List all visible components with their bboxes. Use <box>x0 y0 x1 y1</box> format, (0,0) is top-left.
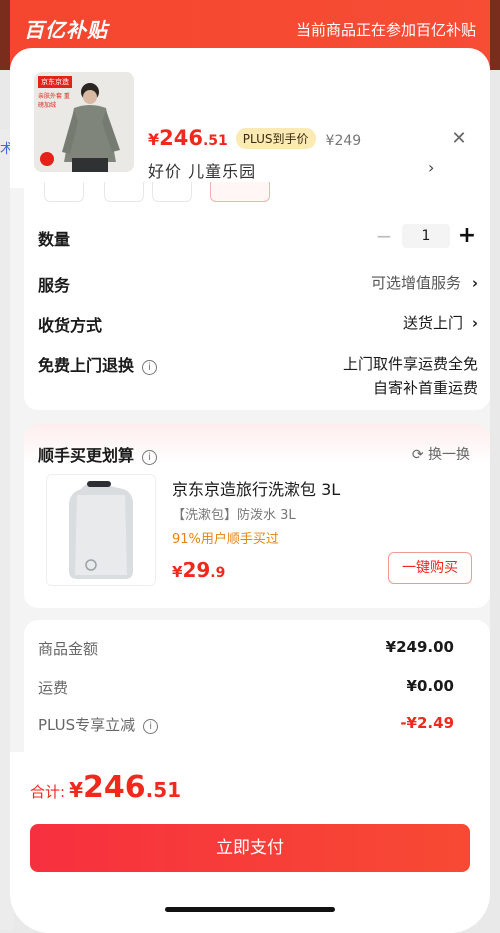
close-icon[interactable]: ✕ <box>450 130 468 148</box>
upsell-product-name[interactable]: 京东京造旅行洗漱包 3L <box>172 476 340 500</box>
one-click-buy-button[interactable]: 一键购买 <box>388 552 472 584</box>
delivery-label: 收货方式 <box>38 316 103 335</box>
chevron-right-icon[interactable]: › <box>428 158 434 177</box>
info-icon[interactable]: i <box>142 450 158 465</box>
thumb-promo-text: 亲肤外套 重磅加绒 <box>38 93 70 109</box>
home-indicator[interactable] <box>165 907 335 912</box>
thumb-brand-logo <box>40 152 54 166</box>
upsell-card: 顺手买更划算 i ⟳ 换一换 京东京造旅行洗漱包 3L 【洗漱包】防泼水 3L 9… <box>24 424 490 608</box>
service-label: 服务 <box>38 276 71 295</box>
refresh-button[interactable]: ⟳ 换一换 <box>412 444 470 464</box>
selected-spec[interactable]: 好价 儿童乐园 <box>148 158 256 182</box>
quantity-row: 数量 − 1 + <box>38 223 478 250</box>
spec-option-selected[interactable] <box>210 182 270 202</box>
upsell-price: ¥29.9 <box>172 558 226 582</box>
thumb-brand-tag: 京东京造 <box>38 76 72 88</box>
return-label: 免费上门退换 <box>38 356 135 375</box>
chevron-right-icon: › <box>471 274 478 292</box>
chevron-right-icon: › <box>471 314 478 332</box>
delivery-row[interactable]: 收货方式 送货上门 › <box>38 312 478 336</box>
info-icon[interactable]: i <box>142 360 158 375</box>
goods-amount-value: ¥249.00 <box>385 638 454 656</box>
shipping-label: 运费 <box>38 679 69 697</box>
spec-option[interactable] <box>152 182 192 202</box>
product-card: 京东京造 亲肤外套 重磅加绒 ¥246.51 PLUS到手价 ¥249 ✕ 好价… <box>10 48 490 188</box>
shipping-row: 运费 ¥0.00 <box>38 677 454 698</box>
plus-icon[interactable]: + <box>456 223 478 248</box>
product-thumbnail[interactable]: 京东京造 亲肤外套 重磅加绒 <box>34 72 134 172</box>
pay-now-button[interactable]: 立即支付 <box>30 824 470 872</box>
spec-option[interactable] <box>104 182 144 202</box>
return-line: 上门取件享运费全免 <box>342 355 478 373</box>
info-icon[interactable]: i <box>143 719 159 734</box>
total-row: 合计: ¥246.51 <box>30 770 181 805</box>
upsell-product-tag: 【洗漱包】防泼水 3L <box>172 508 296 523</box>
price-row: ¥246.51 PLUS到手价 ¥249 <box>148 126 361 151</box>
service-row[interactable]: 服务 可选增值服务 › <box>38 272 478 296</box>
upsell-title: 顺手买更划算 i <box>38 442 158 466</box>
upsell-thumbnail[interactable] <box>46 474 156 586</box>
subsidy-logo: 百亿补贴 <box>24 18 108 42</box>
spec-option[interactable] <box>44 182 84 202</box>
plus-discount-label: PLUS专享立减 <box>38 716 136 734</box>
checkout-footer: 合计: ¥246.51 立即支付 <box>10 752 490 933</box>
return-description: 上门取件享运费全免 自寄补首重运费 <box>343 352 478 400</box>
goods-amount-row: 商品金额 ¥249.00 <box>38 638 454 659</box>
minus-icon[interactable]: − <box>372 224 396 248</box>
total-label: 合计: <box>30 783 66 801</box>
return-line: 自寄补首重运费 <box>372 379 478 397</box>
order-options-card: 数量 − 1 + 服务 可选增值服务 › 收货方式 送货上门 › 免费上门退换 i… <box>24 208 490 410</box>
service-value: 可选增值服务 › <box>371 274 478 292</box>
spec-options-strip <box>24 182 490 208</box>
total-amount: ¥246.51 <box>69 770 182 805</box>
original-price: ¥249 <box>325 133 362 149</box>
quantity-label: 数量 <box>38 230 71 249</box>
quantity-stepper: − 1 + <box>372 223 478 248</box>
upsell-photo <box>47 475 155 585</box>
product-price: ¥246.51 <box>148 126 228 150</box>
plus-discount-value: -¥2.49 <box>400 714 454 732</box>
price-summary-card: 商品金额 ¥249.00 运费 ¥0.00 PLUS专享立减 i -¥2.49 <box>24 620 490 770</box>
delivery-value: 送货上门 › <box>403 314 478 332</box>
quantity-value[interactable]: 1 <box>402 223 450 248</box>
shipping-value: ¥0.00 <box>406 677 454 695</box>
checkout-sheet: 百亿补贴 当前商品正在参加百亿补贴 京东京造 亲肤外套 重磅加绒 ¥246.51… <box>10 0 490 933</box>
upsell-buy-rate: 91%用户顺手买过 <box>172 532 279 547</box>
refresh-icon: ⟳ <box>411 447 424 463</box>
return-row: 免费上门退换 i 上门取件享运费全免 自寄补首重运费 <box>38 352 478 397</box>
plus-price-badge: PLUS到手价 <box>235 128 316 149</box>
plus-discount-row: PLUS专享立减 i -¥2.49 <box>38 714 454 735</box>
subsidy-note: 当前商品正在参加百亿补贴 <box>295 21 476 39</box>
goods-amount-label: 商品金额 <box>38 640 99 658</box>
